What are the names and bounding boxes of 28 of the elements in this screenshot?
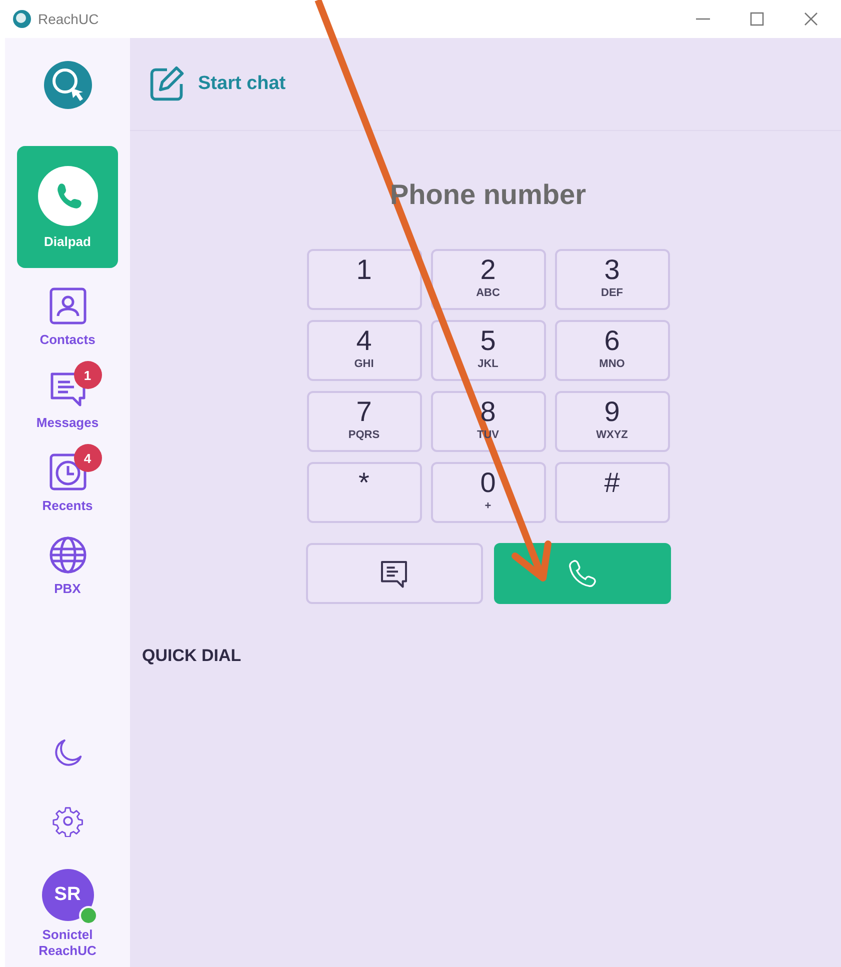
dialpad-key[interactable]: 5 JKL xyxy=(430,320,546,381)
app-logo-icon xyxy=(42,60,92,110)
nav-item[interactable]: PBX xyxy=(17,525,118,596)
edit-icon xyxy=(148,65,186,103)
quick-dial-heading: QUICK DIAL xyxy=(142,646,242,666)
globe-icon xyxy=(48,535,88,575)
phone-icon xyxy=(38,166,98,226)
dialpad-key[interactable]: 3 DEF xyxy=(554,249,670,310)
dialpad-key[interactable]: # xyxy=(554,462,670,523)
dialpad-key[interactable]: * xyxy=(306,462,422,523)
dialpad-key[interactable]: 2 ABC xyxy=(430,249,546,310)
window-title: ReachUC xyxy=(38,11,99,27)
dialpad-key[interactable]: 4 GHI xyxy=(306,320,422,381)
dialpad-key[interactable]: 6 MNO xyxy=(554,320,670,381)
contact-card-icon xyxy=(48,286,88,326)
settings-icon[interactable] xyxy=(52,805,84,837)
user-name: Sonictel ReachUC xyxy=(38,927,98,959)
dialpad-key[interactable]: 1 xyxy=(306,249,422,310)
app-logo-icon xyxy=(12,9,32,29)
nav-item[interactable]: 4 Recents xyxy=(17,442,118,513)
message-button[interactable] xyxy=(306,543,482,604)
dialpad-key[interactable]: 9 WXYZ xyxy=(554,391,670,452)
unread-count-badge: 4 xyxy=(74,444,102,472)
nav-item[interactable]: 1 Messages xyxy=(17,359,118,430)
nav-item[interactable]: Contacts xyxy=(17,276,118,347)
unread-count-badge: 1 xyxy=(74,361,102,389)
dialpad-key[interactable]: 0 + xyxy=(430,462,546,523)
dialpad-key[interactable]: 7 PQRS xyxy=(306,391,422,452)
